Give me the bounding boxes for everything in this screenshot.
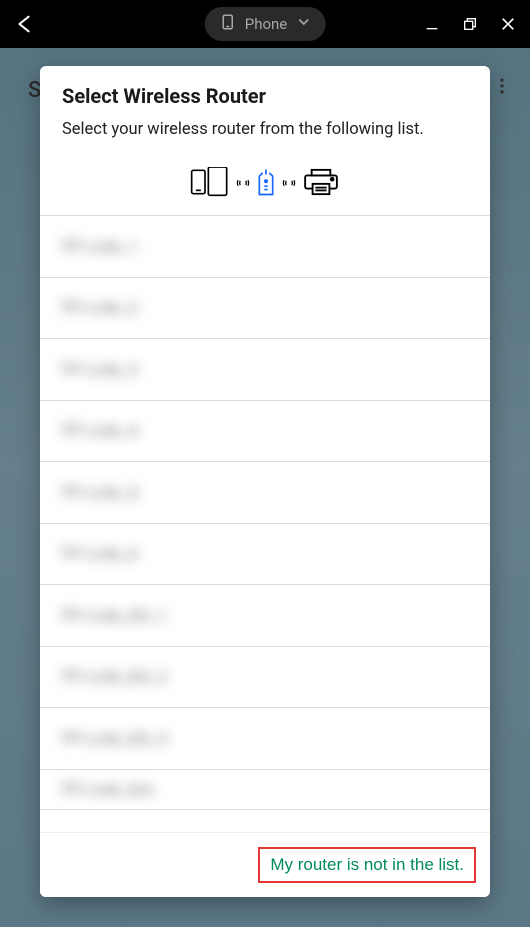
back-button[interactable]: [12, 12, 36, 36]
router-list-item[interactable]: TP-Link_2: [40, 278, 490, 340]
more-menu-button[interactable]: [492, 74, 512, 102]
router-list-item[interactable]: TP-Link_5: [40, 462, 490, 524]
close-button[interactable]: [498, 14, 518, 34]
router-name: TP-Link_EX_1: [60, 606, 168, 625]
router-icon: [256, 167, 276, 201]
modal-footer: My router is not in the list.: [40, 832, 490, 897]
emulator-titlebar: Phone: [0, 0, 530, 48]
chevron-down-icon: [295, 14, 311, 34]
router-list-item[interactable]: TP-Link_1: [40, 216, 490, 278]
signal-waves-icon: [236, 175, 250, 194]
router-list: TP-Link_1 TP-Link_2 TP-Link_3 TP-Link_4 …: [40, 215, 490, 832]
connection-diagram: [40, 157, 490, 215]
router-name: TP-Link_Ext: [60, 780, 154, 799]
router-list-item[interactable]: TP-Link_EX_3: [40, 708, 490, 770]
modal-subtitle: Select your wireless router from the fol…: [62, 118, 468, 141]
signal-waves-icon: [282, 175, 296, 194]
router-list-item[interactable]: TP-Link_6: [40, 524, 490, 586]
router-list-item[interactable]: TP-Link_3: [40, 339, 490, 401]
router-name: TP-Link_4: [60, 421, 139, 440]
router-list-item[interactable]: TP-Link_4: [40, 401, 490, 463]
router-name: TP-Link_3: [60, 360, 139, 379]
router-list-item[interactable]: TP-Link_EX_2: [40, 647, 490, 709]
printer-icon: [302, 168, 340, 200]
router-name: TP-Link_1: [60, 237, 139, 256]
router-name: TP-Link_5: [60, 483, 139, 502]
select-router-modal: Select Wireless Router Select your wirel…: [40, 66, 490, 897]
restore-button[interactable]: [460, 14, 480, 34]
device-label: Phone: [245, 15, 288, 33]
window-controls: [422, 14, 518, 34]
minimize-button[interactable]: [422, 14, 442, 34]
router-name: TP-Link_EX_3: [60, 729, 168, 748]
router-list-item[interactable]: TP-Link_EX_1: [40, 585, 490, 647]
router-name: TP-Link_EX_2: [60, 667, 168, 686]
modal-title: Select Wireless Router: [62, 84, 468, 108]
router-list-item[interactable]: TP-Link_Ext: [40, 770, 490, 810]
titlebar-left: [12, 12, 36, 36]
device-selector[interactable]: Phone: [205, 7, 326, 41]
phone-icon: [219, 13, 237, 35]
phone-tablet-icon: [190, 167, 230, 201]
router-not-in-list-button[interactable]: My router is not in the list.: [258, 847, 476, 883]
router-name: TP-Link_2: [60, 298, 139, 317]
modal-header: Select Wireless Router Select your wirel…: [40, 66, 490, 157]
router-name: TP-Link_6: [60, 544, 139, 563]
